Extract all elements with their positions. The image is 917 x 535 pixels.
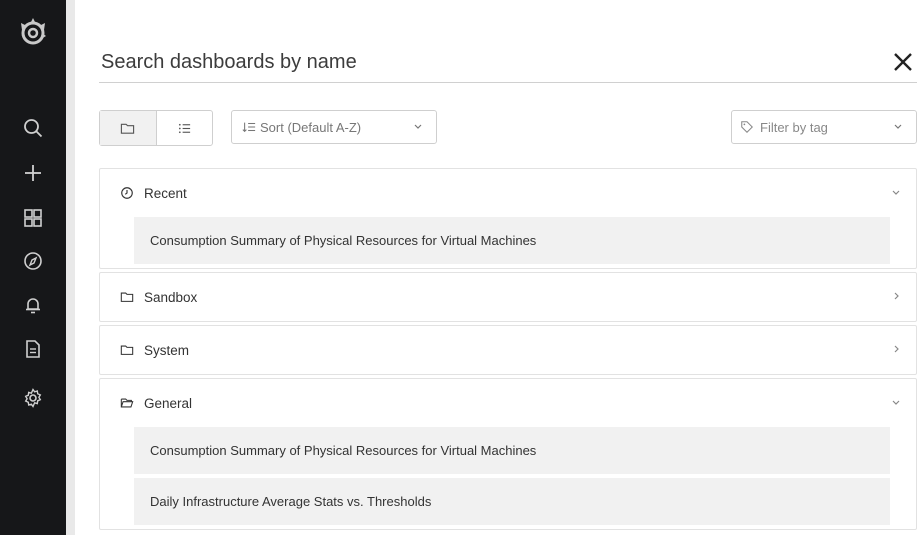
section-label: System xyxy=(144,342,190,358)
section-system: System xyxy=(99,325,917,375)
dashboard-folder-list: Recent Consumption Summary of Physical R… xyxy=(99,168,917,533)
folder-open-icon xyxy=(120,395,136,411)
folder-icon xyxy=(120,342,136,358)
dashboard-item[interactable]: Consumption Summary of Physical Resource… xyxy=(134,217,890,264)
chevron-right-icon xyxy=(894,292,899,300)
section-label: Sandbox xyxy=(144,289,198,305)
section-header-general[interactable]: General xyxy=(100,379,916,427)
grafana-logo-icon[interactable] xyxy=(14,12,52,50)
chevron-down-icon xyxy=(892,190,900,195)
close-icon[interactable] xyxy=(889,48,917,76)
section-header-recent[interactable]: Recent xyxy=(100,169,916,217)
dashboards-grid-icon[interactable] xyxy=(18,203,48,233)
section-label: General xyxy=(144,395,193,411)
compass-icon[interactable] xyxy=(18,246,48,276)
chevron-down-icon xyxy=(414,124,422,129)
section-general: General Consumption Summary of Physical … xyxy=(99,378,917,530)
chevron-down-icon xyxy=(894,124,902,129)
search-toolbar: Sort (Default A-Z) Filter by tag xyxy=(99,110,917,146)
folder-view-button[interactable] xyxy=(100,111,157,145)
layout-toggle xyxy=(99,110,213,146)
search-row xyxy=(99,40,917,83)
chevron-right-icon xyxy=(894,345,899,353)
dashboard-item[interactable]: Daily Infrastructure Average Stats vs. T… xyxy=(134,478,890,525)
section-label: Recent xyxy=(144,185,187,201)
section-header-sandbox[interactable]: Sandbox xyxy=(100,273,916,321)
dashboard-item[interactable]: Consumption Summary of Physical Resource… xyxy=(134,427,890,474)
sort-icon xyxy=(242,122,256,133)
search-icon[interactable] xyxy=(18,113,48,143)
chevron-down-icon xyxy=(892,400,900,405)
tag-icon xyxy=(741,121,753,133)
sort-label: Sort (Default A-Z) xyxy=(260,119,362,135)
folder-icon xyxy=(120,289,136,305)
folder-icon xyxy=(121,123,135,134)
tag-filter-label: Filter by tag xyxy=(760,119,828,135)
section-sandbox: Sandbox xyxy=(99,272,917,322)
document-icon[interactable] xyxy=(18,334,48,364)
plus-icon[interactable] xyxy=(18,158,48,188)
clock-icon xyxy=(120,185,136,201)
list-view-button[interactable] xyxy=(157,111,213,145)
sidebar xyxy=(0,0,66,535)
sidebar-divider xyxy=(66,0,75,535)
bell-icon[interactable] xyxy=(18,290,48,320)
search-panel: Sort (Default A-Z) Filter by tag Recent … xyxy=(75,0,917,535)
gear-icon[interactable] xyxy=(18,383,48,413)
sort-select[interactable]: Sort (Default A-Z) xyxy=(231,110,437,144)
section-recent: Recent Consumption Summary of Physical R… xyxy=(99,168,917,269)
list-icon xyxy=(178,123,190,133)
search-input[interactable] xyxy=(101,48,841,76)
tag-filter-select[interactable]: Filter by tag xyxy=(731,110,917,144)
section-header-system[interactable]: System xyxy=(100,326,916,374)
